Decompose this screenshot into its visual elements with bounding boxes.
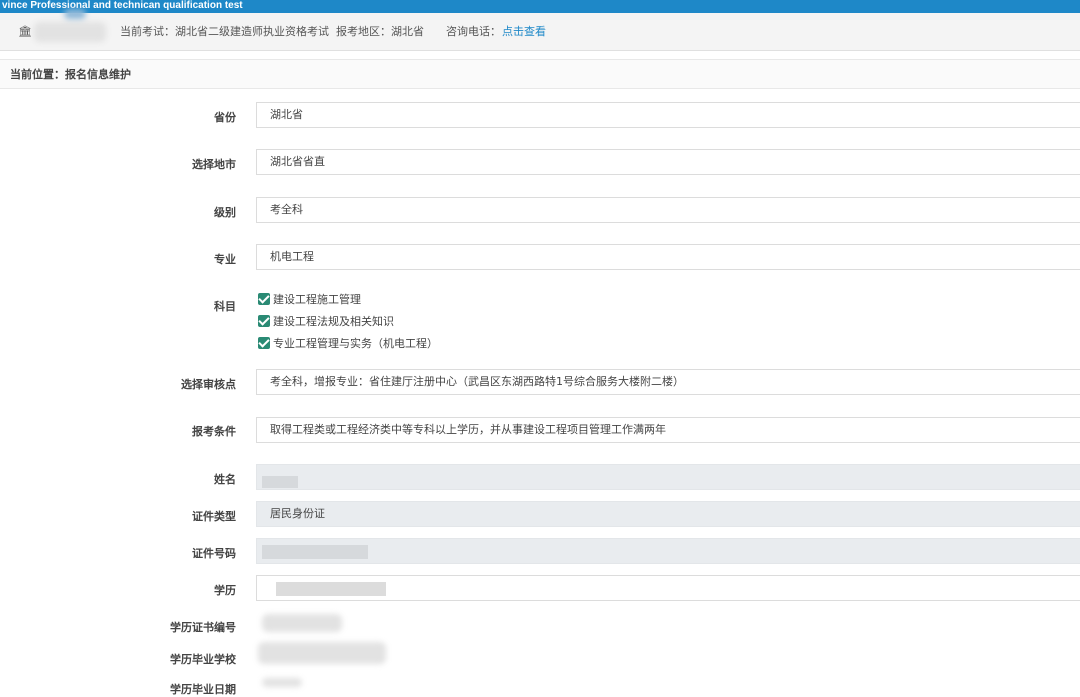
review-point-field[interactable]: 考全科，增报专业：省住建厅注册中心（武昌区东湖西路特1号综合服务大楼附二楼）	[256, 369, 1080, 395]
blurred-diploma-no	[262, 614, 342, 632]
masked-id-number	[262, 545, 368, 559]
grad-date-label: 学历毕业日期	[170, 683, 236, 696]
subjects-label: 科目	[214, 300, 236, 313]
spacer	[0, 51, 1080, 59]
checkbox-checked-icon[interactable]	[258, 315, 270, 327]
subject-checkbox-1[interactable]: 建设工程施工管理	[258, 293, 361, 306]
id-type-field: 居民身份证	[256, 501, 1080, 527]
blurred-grad-date	[262, 678, 302, 687]
checkbox-checked-icon[interactable]	[258, 337, 270, 349]
blurred-school	[258, 642, 386, 664]
province-field[interactable]: 湖北省	[256, 102, 1080, 128]
exam-info-bar: 🏛 当前考试：湖北省二级建造师执业资格考试 报考地区：湖北省 咨询电话： 点击查…	[0, 9, 1080, 51]
diploma-no-label: 学历证书编号	[170, 621, 236, 634]
current-exam: 当前考试：湖北省二级建造师执业资格考试	[120, 25, 329, 38]
masked-education	[276, 582, 386, 596]
exam-region: 报考地区：湖北省	[336, 25, 424, 38]
checkbox-checked-icon[interactable]	[258, 293, 270, 305]
id-number-label: 证件号码	[192, 547, 236, 560]
phone-label: 咨询电话：	[446, 25, 501, 38]
blurred-avatar	[64, 9, 86, 19]
id-number-field	[256, 538, 1080, 564]
breadcrumb: 当前位置：报名信息维护	[0, 59, 1080, 89]
phone-link[interactable]: 点击查看	[502, 26, 546, 38]
province-label: 省份	[214, 111, 236, 124]
city-label: 选择地市	[192, 158, 236, 171]
city-field[interactable]: 湖北省省直	[256, 149, 1080, 175]
subject-label: 建设工程法规及相关知识	[273, 315, 394, 328]
condition-label: 报考条件	[192, 425, 236, 438]
level-label: 级别	[214, 206, 236, 219]
registration-form: 省份 湖北省 选择地市 湖北省省直 级别 考全科 专业 机电工程 科目 建设工程…	[0, 90, 1080, 696]
blurred-username	[34, 22, 106, 42]
education-label: 学历	[214, 584, 236, 597]
level-field[interactable]: 考全科	[256, 197, 1080, 223]
subject-checkbox-2[interactable]: 建设工程法规及相关知识	[258, 315, 394, 328]
review-point-label: 选择审核点	[181, 378, 236, 391]
top-banner: vince Professional and technican qualifi…	[0, 0, 1080, 13]
name-field	[256, 464, 1080, 490]
school-label: 学历毕业学校	[170, 653, 236, 666]
major-field[interactable]: 机电工程	[256, 244, 1080, 270]
subject-label: 专业工程管理与实务（机电工程）	[273, 337, 438, 350]
masked-name	[262, 476, 298, 488]
id-type-label: 证件类型	[192, 510, 236, 523]
subject-checkbox-3[interactable]: 专业工程管理与实务（机电工程）	[258, 337, 438, 350]
subject-label: 建设工程施工管理	[273, 293, 361, 306]
major-label: 专业	[214, 253, 236, 266]
bank-icon: 🏛	[18, 25, 32, 38]
name-label: 姓名	[214, 473, 236, 486]
condition-field[interactable]: 取得工程类或工程经济类中等专科以上学历，并从事建设工程项目管理工作满两年	[256, 417, 1080, 443]
